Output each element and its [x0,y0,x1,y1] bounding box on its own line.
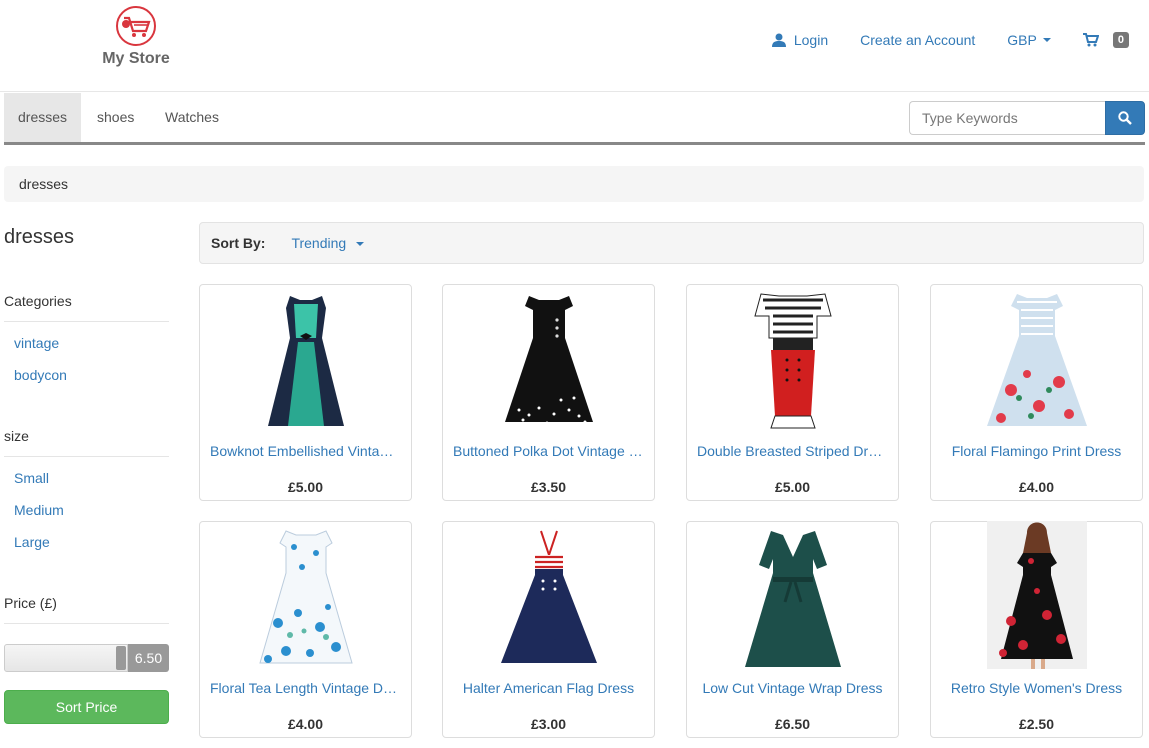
store-logo[interactable]: My Store [96,6,176,68]
nav-item-shoes[interactable]: shoes [83,93,148,142]
dress-image [258,530,353,664]
sort-label: Sort By: [211,235,266,251]
product-card[interactable]: Bowknot Embellished Vintage Dress £5.00 [199,284,412,501]
sort-bar: Sort By: Trending [199,222,1144,264]
size-heading: size [4,428,169,457]
dress-image [267,296,344,426]
product-name[interactable]: Halter American Flag Dress [453,680,644,696]
search-form [909,101,1145,135]
price-slider-track[interactable] [4,644,128,672]
category-nav: dresses shoes Watches [4,93,1145,145]
cart-button[interactable]: 0 [1082,32,1129,48]
currency-dropdown[interactable]: GBP [1007,32,1051,48]
currency-label: GBP [1007,32,1037,48]
product-card[interactable]: Retro Style Women's Dress £2.50 [930,521,1143,738]
product-image[interactable] [743,290,843,432]
category-link-vintage[interactable]: vintage [4,332,169,364]
size-link-small[interactable]: Small [4,467,169,499]
product-price: £2.50 [1018,716,1055,732]
chevron-down-icon [356,242,365,247]
login-link[interactable]: Login [771,32,829,48]
price-filter: Price (£) 6.50 [4,595,169,672]
site-header: My Store Login Create an Account GBP 0 [0,0,1149,92]
product-image[interactable] [256,290,356,432]
product-name[interactable]: Floral Flamingo Print Dress [941,443,1132,459]
nav-item-watches[interactable]: Watches [151,93,233,142]
dress-image [500,530,597,663]
product-card[interactable]: Halter American Flag Dress £3.00 [442,521,655,738]
store-name: My Store [102,50,170,67]
dress-image [986,294,1087,426]
product-price: £3.00 [530,716,567,732]
product-card[interactable]: Floral Tea Length Vintage Dress £4.00 [199,521,412,738]
price-slider: 6.50 [4,644,169,672]
product-price: £4.00 [287,716,324,732]
top-links: Login Create an Account GBP 0 [740,32,1129,48]
breadcrumb: dresses [4,166,1144,202]
size-filter: size Small Medium Large [4,428,169,563]
category-link-bodycon[interactable]: bodycon [4,364,169,396]
size-link-large[interactable]: Large [4,531,169,563]
price-value: 6.50 [128,644,169,672]
product-card[interactable]: Double Breasted Striped Dress £5.00 [686,284,899,501]
categories-heading: Categories [4,293,169,322]
product-name[interactable]: Low Cut Vintage Wrap Dress [697,680,888,696]
product-name[interactable]: Floral Tea Length Vintage Dress [210,680,401,696]
filter-sidebar: dresses Categories vintage bodycon size … [4,222,169,724]
product-name[interactable]: Retro Style Women's Dress [941,680,1132,696]
user-icon [771,33,786,47]
chevron-down-icon [1042,38,1051,42]
product-image[interactable] [743,527,843,669]
product-price: £5.00 [287,479,324,495]
product-image[interactable] [986,521,1087,669]
dress-image [504,296,593,425]
product-card[interactable]: Floral Flamingo Print Dress £4.00 [930,284,1143,501]
product-name[interactable]: Buttoned Polka Dot Vintage Dress [453,443,644,459]
product-price: £5.00 [774,479,811,495]
cart-count-badge: 0 [1112,32,1129,48]
nav-item-dresses[interactable]: dresses [4,93,82,142]
dress-image [744,531,841,667]
search-input[interactable] [909,101,1105,135]
categories-filter: Categories vintage bodycon [4,293,169,396]
sort-dropdown[interactable]: Trending [291,235,365,251]
dress-image [753,293,832,429]
product-image[interactable] [986,290,1087,432]
product-image[interactable] [499,290,599,432]
size-link-medium[interactable]: Medium [4,499,169,531]
model-photo [986,521,1087,669]
sort-price-button[interactable]: Sort Price [4,690,169,724]
price-slider-handle[interactable] [116,646,126,670]
product-name[interactable]: Double Breasted Striped Dress [697,443,888,459]
product-image[interactable] [499,527,599,669]
product-name[interactable]: Bowknot Embellished Vintage Dress [210,443,401,459]
product-card[interactable]: Low Cut Vintage Wrap Dress £6.50 [686,521,899,738]
category-title: dresses [4,226,75,248]
login-label: Login [793,32,829,48]
product-price: £3.50 [530,479,567,495]
sort-value: Trending [291,235,347,251]
search-icon [1118,111,1132,125]
create-account-link[interactable]: Create an Account [860,32,975,48]
shopping-cart-icon [1082,33,1099,47]
search-button[interactable] [1105,101,1145,135]
product-card[interactable]: Buttoned Polka Dot Vintage Dress £3.50 [442,284,655,501]
product-image[interactable] [256,527,356,669]
price-heading: Price (£) [4,595,169,624]
cart-logo-icon [116,6,156,46]
product-price: £4.00 [1018,479,1055,495]
product-price: £6.50 [774,716,811,732]
